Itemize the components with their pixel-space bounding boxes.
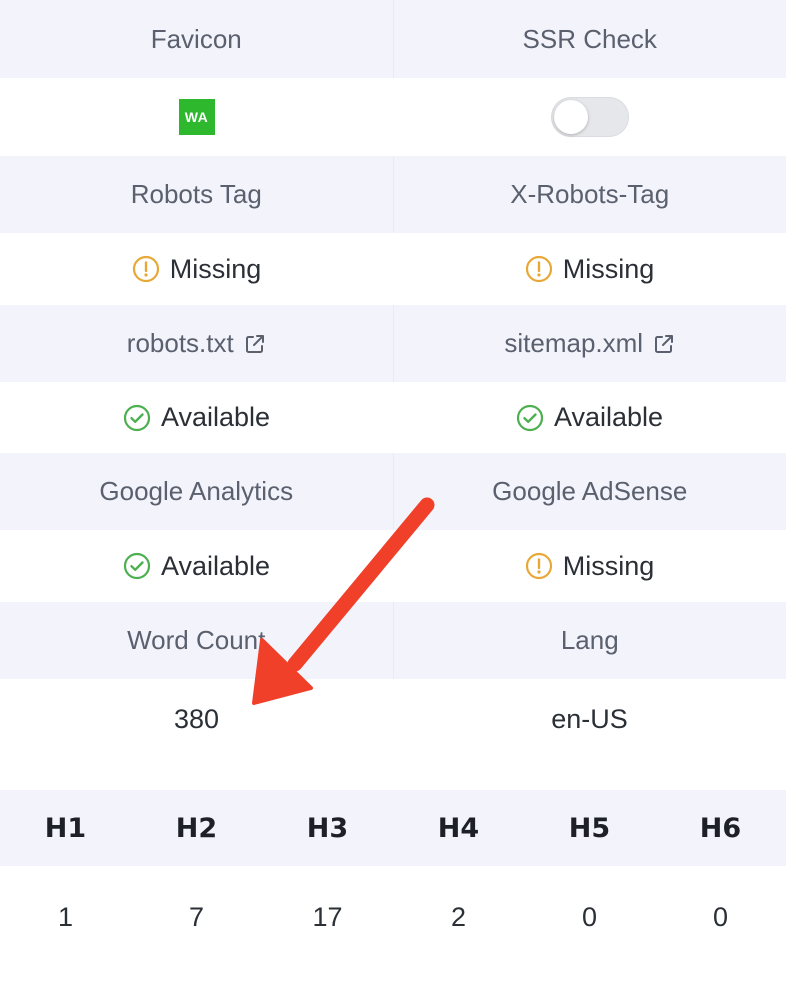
heading-label-h3: H3 (306, 812, 349, 844)
x-robots-tag-header: X-Robots-Tag (392, 156, 786, 233)
warning-circle-icon (525, 552, 552, 580)
robots-txt-status: Available (0, 382, 393, 453)
value-row: 380 en-US (0, 679, 786, 759)
header-row: robots.txt sitemap.xml (0, 305, 786, 382)
heading-count-h1: 1 (57, 901, 74, 932)
check-circle-icon (123, 404, 151, 431)
google-analytics-status: Available (0, 530, 393, 602)
heading-label-h4: H4 (437, 812, 480, 844)
heading-label-h2: H2 (175, 812, 218, 844)
google-adsense-label: Google AdSense (492, 476, 688, 506)
word-count-label: Word Count (127, 625, 266, 655)
heading-count-h5: 0 (581, 901, 598, 932)
favicon-cell: WA (0, 78, 393, 156)
word-count-value: 380 (173, 703, 220, 734)
header-row: Google Analytics Google AdSense (0, 453, 786, 530)
value-row: Missing Missing (0, 233, 786, 305)
warning-circle-icon (132, 255, 159, 283)
external-link-icon[interactable] (653, 333, 675, 355)
word-count-value-cell: 380 (0, 679, 393, 759)
value-row: Available Available (0, 382, 786, 453)
sitemap-xml-header: sitemap.xml (392, 305, 786, 382)
robots-txt-link[interactable]: robots.txt (127, 328, 234, 359)
robots-txt-header: robots.txt (0, 305, 393, 382)
lang-value-cell: en-US (393, 679, 786, 759)
header-row: Favicon SSR Check (0, 0, 786, 78)
lang-header: Lang (392, 602, 786, 679)
favicon-image: WA (178, 99, 215, 135)
heading-label-h5: H5 (568, 812, 611, 844)
favicon-header: Favicon (0, 0, 393, 78)
warning-circle-icon (525, 255, 552, 283)
sitemap-xml-status: Available (393, 382, 786, 453)
google-analytics-label: Google Analytics (99, 476, 294, 506)
check-circle-icon (516, 404, 544, 431)
value-row: Available Missing (0, 530, 786, 602)
ssr-check-toggle[interactable] (550, 97, 629, 137)
sitemap-xml-link[interactable]: sitemap.xml (504, 328, 643, 359)
site-info-table: Favicon SSR Check WA Robots Tag X-Robots… (0, 0, 786, 759)
heading-count-h3: 17 (312, 901, 343, 932)
robots-tag-label: Robots Tag (130, 179, 262, 209)
x-robots-tag-label: X-Robots-Tag (510, 179, 670, 209)
google-analytics-header: Google Analytics (0, 453, 393, 530)
heading-label-h1: H1 (44, 812, 87, 844)
toggle-knob (553, 100, 588, 134)
favicon-label: Favicon (150, 23, 242, 54)
status-text: Missing (562, 253, 655, 284)
status-text: Available (553, 402, 664, 432)
header-row: Word Count Lang (0, 602, 786, 679)
lang-label: Lang (560, 625, 619, 655)
value-row: WA (0, 78, 786, 156)
status-text: Missing (562, 550, 655, 581)
google-adsense-header: Google AdSense (392, 453, 786, 530)
status-text: Missing (169, 253, 262, 284)
robots-tag-header: Robots Tag (0, 156, 393, 233)
heading-label-h6: H6 (699, 812, 742, 844)
heading-count-h4: 2 (450, 901, 467, 932)
headings-header-row: H1 H2 H3 H4 H5 H6 (0, 790, 786, 866)
headings-table: H1 H2 H3 H4 H5 H6 1 7 17 2 0 0 (0, 790, 786, 966)
headings-count-row: 1 7 17 2 0 0 (0, 866, 786, 966)
heading-count-h6: 0 (712, 901, 729, 932)
status-text: Available (160, 550, 271, 581)
word-count-header: Word Count (0, 602, 393, 679)
header-row: Robots Tag X-Robots-Tag (0, 156, 786, 233)
ssr-check-label: SSR Check (522, 23, 657, 54)
heading-count-h2: 7 (188, 901, 205, 932)
status-text: Available (160, 402, 271, 432)
x-robots-tag-status: Missing (393, 233, 786, 305)
google-adsense-status: Missing (393, 530, 786, 602)
lang-value: en-US (551, 703, 628, 734)
check-circle-icon (123, 552, 151, 580)
ssr-check-cell (393, 78, 786, 156)
external-link-icon[interactable] (244, 333, 266, 355)
robots-tag-status: Missing (0, 233, 393, 305)
ssr-check-header: SSR Check (392, 0, 786, 78)
